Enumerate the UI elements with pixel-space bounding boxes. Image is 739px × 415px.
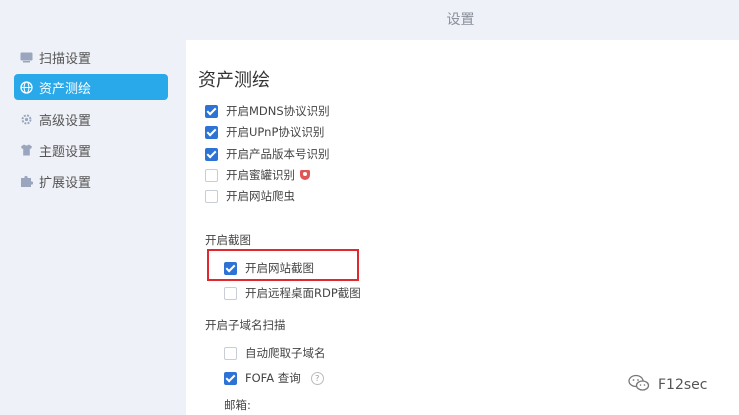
puzzle-icon: [19, 174, 33, 188]
help-icon[interactable]: ?: [310, 371, 324, 385]
option-upnp[interactable]: 开启UPnP协议识别: [205, 124, 324, 140]
window-titlebar: 设置: [0, 0, 739, 40]
wechat-icon: [628, 374, 650, 396]
checkbox[interactable]: [205, 104, 218, 118]
sidebar-item-scan-settings[interactable]: 扫描设置: [14, 44, 168, 70]
option-label: 开启蜜罐识别: [226, 168, 295, 182]
globe-icon: [19, 80, 33, 94]
option-web-crawler[interactable]: 开启网站爬虫: [205, 188, 295, 204]
option-label: 开启网站爬虫: [226, 189, 295, 203]
checkbox[interactable]: [205, 147, 218, 161]
window-title: 设置: [446, 12, 475, 28]
email-label: 邮箱:: [224, 398, 251, 412]
page-title: 资产测绘: [198, 70, 270, 91]
option-product-version[interactable]: 开启产品版本号识别: [205, 146, 330, 162]
gear-icon: [19, 112, 33, 126]
scan-icon: [19, 50, 33, 64]
checkbox[interactable]: [224, 371, 237, 385]
option-rdp-screenshot[interactable]: 开启远程桌面RDP截图: [224, 285, 361, 301]
settings-content: 资产测绘 开启MDNS协议识别 开启UPnP协议识别 开启产品版本号识别 开启蜜…: [186, 40, 739, 415]
option-label: 自动爬取子域名: [245, 346, 326, 360]
sidebar-item-asset-mapping[interactable]: 资产测绘: [14, 74, 168, 100]
option-label: FOFA 查询: [245, 371, 301, 385]
watermark: F12sec: [628, 374, 707, 396]
subdomain-group-label: 开启子域名扫描: [205, 318, 286, 332]
option-fofa-query[interactable]: FOFA 查询 ?: [224, 370, 324, 386]
option-label: 开启产品版本号识别: [226, 147, 330, 161]
option-honeypot[interactable]: 开启蜜罐识别: [205, 167, 310, 183]
sidebar-item-extension-settings[interactable]: 扩展设置: [14, 168, 168, 194]
sidebar-item-label: 主题设置: [39, 144, 92, 160]
screenshot-group-label: 开启截图: [205, 233, 251, 247]
sidebar-item-label: 高级设置: [39, 113, 92, 129]
checkbox[interactable]: [224, 286, 237, 300]
option-label: 开启UPnP协议识别: [226, 125, 325, 139]
checkbox[interactable]: [205, 189, 218, 203]
sidebar-item-label: 资产测绘: [39, 81, 92, 97]
sidebar-item-label: 扩展设置: [39, 175, 92, 191]
settings-sidebar: 扫描设置 资产测绘 高级设置 主题设置 扩展设置: [0, 40, 186, 415]
checkbox[interactable]: [224, 261, 237, 275]
checkbox[interactable]: [224, 346, 237, 360]
shirt-icon: [19, 143, 33, 157]
pro-badge-icon: [300, 170, 310, 180]
option-label: 开启MDNS协议识别: [226, 104, 330, 118]
option-website-screenshot[interactable]: 开启网站截图: [224, 260, 314, 276]
option-auto-subdomain[interactable]: 自动爬取子域名: [224, 345, 326, 361]
option-label: 开启远程桌面RDP截图: [245, 286, 361, 300]
sidebar-item-label: 扫描设置: [39, 51, 92, 67]
option-mdns[interactable]: 开启MDNS协议识别: [205, 103, 330, 119]
checkbox[interactable]: [205, 125, 218, 139]
sidebar-item-theme-settings[interactable]: 主题设置: [14, 137, 168, 163]
checkbox[interactable]: [205, 168, 218, 182]
watermark-text: F12sec: [658, 377, 708, 393]
option-label: 开启网站截图: [245, 261, 314, 275]
sidebar-item-advanced-settings[interactable]: 高级设置: [14, 106, 168, 132]
